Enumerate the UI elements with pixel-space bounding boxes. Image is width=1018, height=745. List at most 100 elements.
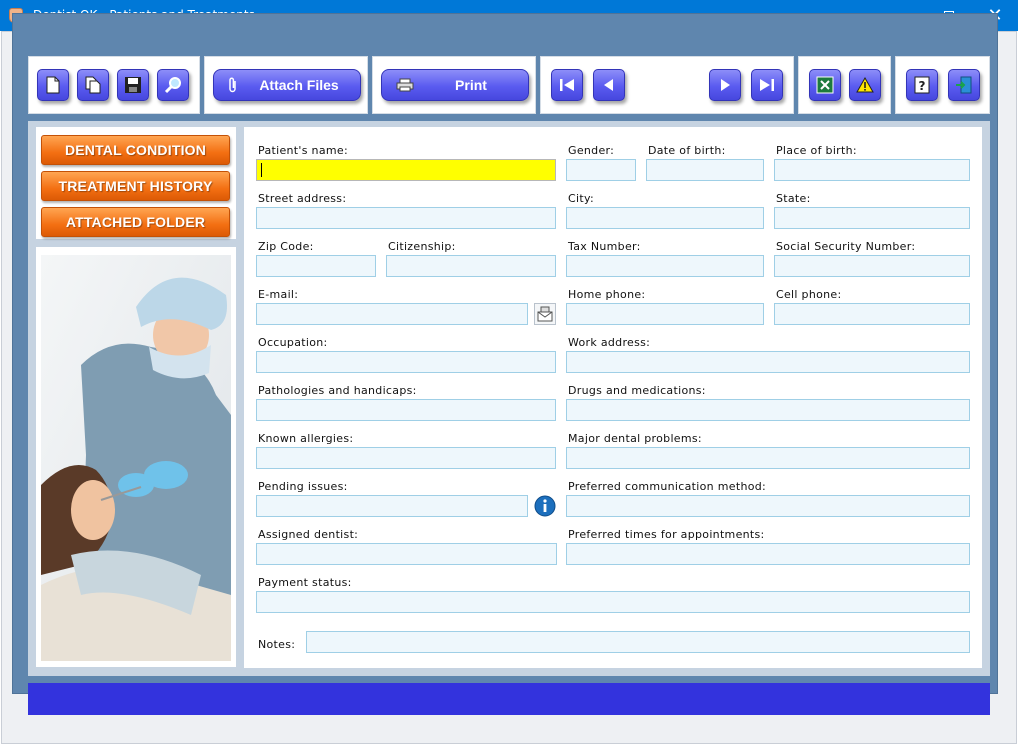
- state-label: State:: [776, 192, 811, 205]
- send-email-button[interactable]: [534, 303, 556, 325]
- email-input[interactable]: [256, 303, 528, 325]
- tax-label: Tax Number:: [568, 240, 641, 253]
- city-input[interactable]: [566, 207, 764, 229]
- dob-input[interactable]: [646, 159, 764, 181]
- search-magnifier-icon: [164, 77, 181, 94]
- gender-input[interactable]: [566, 159, 636, 181]
- paperclip-icon: [229, 77, 236, 93]
- work-address-label: Work address:: [568, 336, 651, 349]
- mail-compose-icon: [537, 306, 553, 322]
- next-record-icon: [721, 79, 730, 91]
- next-record-button[interactable]: [709, 69, 741, 101]
- allergies-input[interactable]: [256, 447, 556, 469]
- duplicate-button[interactable]: [77, 69, 109, 101]
- warning-icon: [856, 77, 874, 93]
- zip-input[interactable]: [256, 255, 376, 277]
- tab-dental-condition[interactable]: DENTAL CONDITION: [41, 135, 230, 165]
- text-caret: [261, 163, 262, 177]
- occupation-label: Occupation:: [258, 336, 328, 349]
- first-record-button[interactable]: [551, 69, 583, 101]
- drugs-input[interactable]: [566, 399, 970, 421]
- occupation-input[interactable]: [256, 351, 556, 373]
- pob-input[interactable]: [774, 159, 970, 181]
- save-button[interactable]: [117, 69, 149, 101]
- tax-input[interactable]: [566, 255, 764, 277]
- help-icon: ?: [914, 76, 930, 94]
- dentist-input[interactable]: [256, 543, 557, 565]
- work-address-input[interactable]: [566, 351, 970, 373]
- comm-method-label: Preferred communication method:: [568, 480, 767, 493]
- dental-problems-input[interactable]: [566, 447, 970, 469]
- svg-text:?: ?: [919, 79, 926, 93]
- gender-label: Gender:: [568, 144, 615, 157]
- status-bar: [28, 683, 990, 715]
- pathologies-input[interactable]: [256, 399, 556, 421]
- tools-toolbar: [798, 56, 891, 114]
- excel-export-icon: [816, 76, 834, 94]
- dob-label: Date of birth:: [648, 144, 726, 157]
- warning-button[interactable]: [849, 69, 881, 101]
- notes-label: Notes:: [258, 638, 296, 651]
- notes-input[interactable]: [306, 631, 970, 653]
- ssn-input[interactable]: [774, 255, 970, 277]
- pending-input[interactable]: [256, 495, 528, 517]
- print-button[interactable]: Print: [381, 69, 529, 101]
- info-icon: [534, 495, 556, 517]
- pending-label: Pending issues:: [258, 480, 348, 493]
- file-toolbar: [28, 56, 200, 114]
- previous-record-button[interactable]: [593, 69, 625, 101]
- print-label: Print: [455, 77, 487, 93]
- city-label: City:: [568, 192, 594, 205]
- dentist-label: Assigned dentist:: [258, 528, 359, 541]
- street-input[interactable]: [256, 207, 556, 229]
- tab-attached-folder[interactable]: ATTACHED FOLDER: [41, 207, 230, 237]
- print-toolbar: Print: [372, 56, 536, 114]
- excel-export-button[interactable]: [809, 69, 841, 101]
- citizenship-label: Citizenship:: [388, 240, 456, 253]
- help-toolbar: ?: [895, 56, 990, 114]
- comm-method-input[interactable]: [566, 495, 970, 517]
- attach-files-label: Attach Files: [259, 77, 339, 93]
- exit-button[interactable]: [948, 69, 980, 101]
- payment-label: Payment status:: [258, 576, 352, 589]
- attach-files-button[interactable]: Attach Files: [213, 69, 361, 101]
- payment-input[interactable]: [256, 591, 970, 613]
- pathologies-label: Pathologies and handicaps:: [258, 384, 417, 397]
- ssn-label: Social Security Number:: [776, 240, 916, 253]
- citizenship-input[interactable]: [386, 255, 556, 277]
- dental-problems-label: Major dental problems:: [568, 432, 702, 445]
- zip-label: Zip Code:: [258, 240, 314, 253]
- appt-times-input[interactable]: [566, 543, 970, 565]
- navigation-toolbar: [540, 56, 794, 114]
- new-button[interactable]: [37, 69, 69, 101]
- printer-icon: [396, 78, 414, 92]
- help-button[interactable]: ?: [906, 69, 938, 101]
- drugs-label: Drugs and medications:: [568, 384, 706, 397]
- copy-icon: [85, 76, 101, 94]
- attach-toolbar: Attach Files: [204, 56, 368, 114]
- tab-treatment-history[interactable]: TREATMENT HISTORY: [41, 171, 230, 201]
- dentist-photo: [41, 255, 231, 661]
- home-phone-label: Home phone:: [568, 288, 646, 301]
- home-phone-input[interactable]: [566, 303, 764, 325]
- appt-times-label: Preferred times for appointments:: [568, 528, 765, 541]
- last-record-icon: [760, 79, 774, 91]
- photo-frame: [36, 247, 236, 667]
- first-record-icon: [560, 79, 574, 91]
- info-button[interactable]: [534, 495, 556, 517]
- state-input[interactable]: [774, 207, 970, 229]
- cell-phone-label: Cell phone:: [776, 288, 842, 301]
- allergies-label: Known allergies:: [258, 432, 354, 445]
- street-label: Street address:: [258, 192, 347, 205]
- email-label: E-mail:: [258, 288, 299, 301]
- save-disk-icon: [125, 77, 141, 93]
- new-document-icon: [46, 76, 60, 94]
- last-record-button[interactable]: [751, 69, 783, 101]
- cell-phone-input[interactable]: [774, 303, 970, 325]
- patient-name-label: Patient's name:: [258, 144, 348, 157]
- patient-name-input[interactable]: [256, 159, 556, 181]
- previous-record-icon: [604, 79, 613, 91]
- pob-label: Place of birth:: [776, 144, 857, 157]
- search-button[interactable]: [157, 69, 189, 101]
- exit-door-icon: [956, 76, 972, 94]
